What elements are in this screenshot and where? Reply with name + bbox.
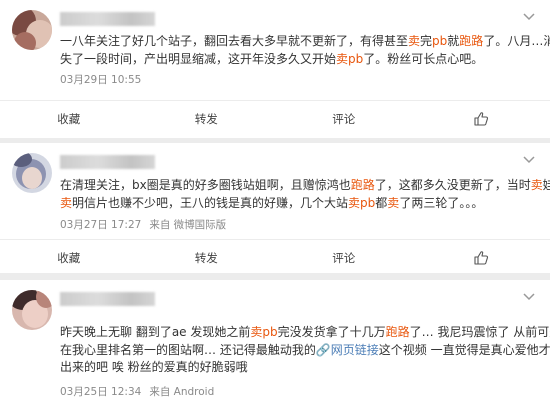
keyword-highlight: 卖pb [336,51,364,66]
keyword-highlight: 跑路 [385,325,410,339]
text-segment: 都 [375,195,388,210]
chevron-down-icon[interactable] [520,151,538,169]
avatar[interactable] [12,290,52,330]
post-text: 在清理关注，bx圈是真的好多圈钱站姐啊，且赠惊鸿也跑路了，这都多久没更新了，当时… [60,177,550,213]
post-meta: 03月29日 10:55 [60,72,141,87]
text-segment: 这个视频 一直觉得是真心爱他才能拍 [378,342,550,357]
keyword-highlight: 卖 [408,34,421,48]
repost-label: 转发 [194,112,218,126]
post-text-line: 卖明信片也赚不少吧，王八的钱是真的好赚，几个大站卖pb都卖了两三轮了。。。 [60,195,532,213]
username-blurred[interactable] [60,155,155,169]
repost-button[interactable]: 转发 [138,250,276,266]
keyword-highlight: 卖pb [348,195,376,210]
action-bar: 收藏 转发 评论 [0,239,550,276]
post-source: 来自 Android [149,386,215,398]
web-link[interactable]: 🔗网页链接 [316,343,379,357]
post-text: 一八年关注了好几个站子，翻回去看大多早就不更新了，有得甚至卖完pb就跑路了。八月… [60,33,550,69]
text-segment: 完没发货拿了十几万 [277,325,386,339]
text-segment: 昨天晚上无聊 翻到了ae 发现她之前 [60,325,251,339]
text-segment: 在我心里排名第一的图站啊… 还记得最触动我的 [60,342,316,357]
post-text-line: 失了一段时间，产出明显缩减，这开年没多久又开始卖pb了。粉丝可长点心吧。 [60,51,532,69]
post-time[interactable]: 03月29日 10:55 [60,74,141,86]
comment-button[interactable]: 评论 [275,111,413,127]
favorite-button[interactable]: 收藏 [0,111,138,127]
text-segment: 在清理关注，bx圈是真的好多圈钱站姐啊，且赠惊鸿也 [60,178,351,192]
post-source: 来自 微博国际版 [149,219,227,231]
chevron-down-icon[interactable] [520,8,538,26]
like-button[interactable] [413,111,550,127]
thumbs-up-icon [473,111,489,127]
text-segment: 了。八月…消 [483,34,550,48]
post-text-line: 出来的吧 唉 粉丝的爱真的好脆弱哦 [60,359,532,377]
post-text-line: 在清理关注，bx圈是真的好多圈钱站姐啊，且赠惊鸿也跑路了，这都多久没更新了，当时… [60,177,550,195]
keyword-highlight: pb [432,34,448,48]
post-card: 昨天晚上无聊 翻到了ae 发现她之前卖pb完没发货拿了十几万跑路了… 我尼玛震惊… [0,280,550,413]
comment-button[interactable]: 评论 [275,250,413,266]
weibo-feed: 一八年关注了好几个站子，翻回去看大多早就不更新了，有得甚至卖完pb就跑路了。八月… [0,0,550,413]
keyword-highlight: 卖 [60,195,73,210]
text-segment: 就 [447,34,460,48]
text-segment: 了… 我尼玛震惊了 从前可是 [409,325,550,339]
post-text-line: 昨天晚上无聊 翻到了ae 发现她之前卖pb完没发货拿了十几万跑路了… 我尼玛震惊… [60,324,550,342]
repost-label: 转发 [194,251,218,265]
repost-button[interactable]: 转发 [138,111,276,127]
post-card: 在清理关注，bx圈是真的好多圈钱站姐啊，且赠惊鸿也跑路了，这都多久没更新了，当时… [0,143,550,273]
thumbs-up-icon [473,250,489,266]
post-meta: 03月25日 12:34 来自 Android [60,384,214,399]
text-segment: 明信片也赚不少吧，王八的钱是真的好赚，几个大站 [72,195,349,210]
keyword-highlight: 跑路 [350,178,375,192]
keyword-highlight: 卖 [530,178,543,192]
favorite-label: 收藏 [57,251,81,265]
post-text-line: 一八年关注了好几个站子，翻回去看大多早就不更新了，有得甚至卖完pb就跑路了。八月… [60,33,550,51]
text-segment: 娃 [542,178,550,192]
keyword-highlight: 跑路 [459,34,484,48]
avatar[interactable] [12,10,52,50]
text-segment: 一八年关注了好几个站子，翻回去看大多早就不更新了，有得甚至 [60,34,409,48]
username-blurred[interactable] [60,12,155,26]
comment-label: 评论 [332,112,356,126]
keyword-highlight: 卖pb [250,325,278,339]
keyword-highlight: 卖 [387,195,400,210]
text-segment: 出来的吧 唉 粉丝的爱真的好脆弱哦 [60,360,248,374]
post-time[interactable]: 03月27日 17:27 [60,219,141,231]
favorite-label: 收藏 [57,112,81,126]
post-time[interactable]: 03月25日 12:34 [60,386,141,398]
post-meta: 03月27日 17:27 来自 微博国际版 [60,217,226,232]
post-text: 昨天晚上无聊 翻到了ae 发现她之前卖pb完没发货拿了十几万跑路了… 我尼玛震惊… [60,324,550,377]
action-bar: 收藏 转发 评论 [0,100,550,137]
text-segment: 了。粉丝可长点心吧。 [363,51,484,66]
text-segment: 失了一段时间，产出明显缩减，这开年没多久又开始 [60,51,337,66]
chevron-down-icon[interactable] [520,288,538,306]
post-card: 一八年关注了好几个站子，翻回去看大多早就不更新了，有得甚至卖完pb就跑路了。八月… [0,0,550,138]
like-button[interactable] [413,250,550,266]
text-segment: 完 [420,34,433,48]
comment-label: 评论 [332,251,356,265]
username-blurred[interactable] [60,292,155,306]
post-text-line: 在我心里排名第一的图站啊… 还记得最触动我的🔗网页链接这个视频 一直觉得是真心爱… [60,342,550,360]
text-segment: 了，这都多久没更新了，当时 [374,178,531,192]
text-segment: 了两三轮了。。。 [399,195,484,210]
favorite-button[interactable]: 收藏 [0,250,138,266]
avatar[interactable] [12,153,52,193]
